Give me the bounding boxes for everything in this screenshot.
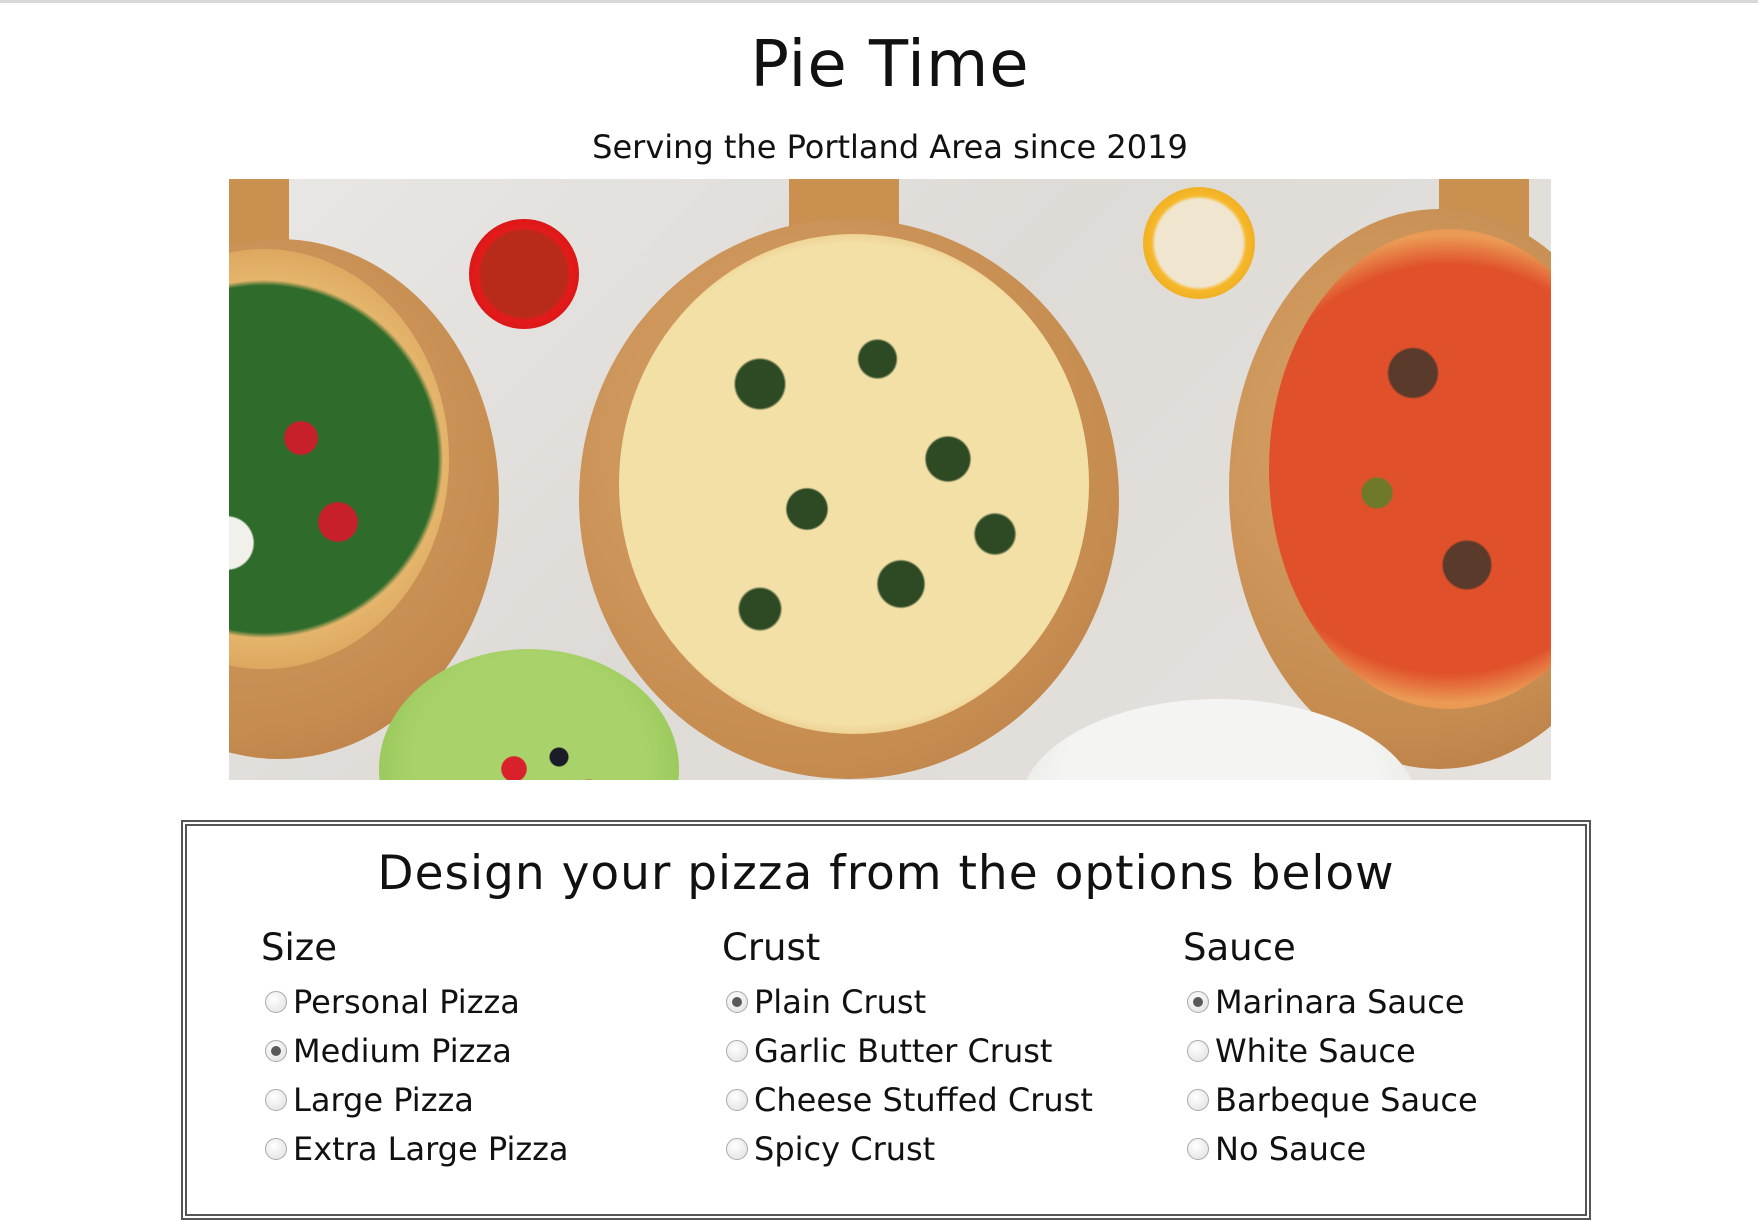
sauce-group: Sauce Marinara Sauce White Sauce Barbequ… (1183, 926, 1478, 1173)
size-option-label: Large Pizza (293, 1080, 474, 1119)
crust-option-label: Garlic Butter Crust (754, 1031, 1053, 1070)
top-border (0, 0, 1758, 3)
hero-pizza-image (229, 179, 1551, 780)
sauce-radio-barbeque[interactable] (1187, 1088, 1209, 1111)
size-option-label: Extra Large Pizza (293, 1129, 569, 1168)
size-option-label: Medium Pizza (293, 1031, 512, 1070)
crust-option-garlic-butter[interactable]: Garlic Butter Crust (722, 1026, 1093, 1075)
sauce-option-label: Marinara Sauce (1215, 982, 1465, 1021)
spinach-pizza (619, 234, 1089, 734)
size-option-large[interactable]: Large Pizza (261, 1075, 569, 1124)
pizza-design-form: Design your pizza from the options below… (181, 820, 1591, 1220)
crust-option-cheese-stuffed[interactable]: Cheese Stuffed Crust (722, 1075, 1093, 1124)
sauce-option-barbeque[interactable]: Barbeque Sauce (1183, 1075, 1478, 1124)
size-radio-extra-large[interactable] (265, 1137, 287, 1160)
crust-option-label: Spicy Crust (754, 1129, 936, 1168)
crust-radio-spicy[interactable] (726, 1137, 748, 1160)
crust-group: Crust Plain Crust Garlic Butter Crust Ch… (722, 926, 1093, 1173)
size-heading: Size (261, 926, 337, 969)
size-group: Size Personal Pizza Medium Pizza Large P… (261, 926, 569, 1173)
crust-option-spicy[interactable]: Spicy Crust (722, 1124, 1093, 1173)
site-tagline: Serving the Portland Area since 2019 (592, 128, 1188, 166)
site-title: Pie Time (750, 28, 1030, 102)
crust-heading: Crust (722, 926, 821, 969)
sauce-option-marinara[interactable]: Marinara Sauce (1183, 977, 1478, 1026)
crust-option-plain[interactable]: Plain Crust (722, 977, 1093, 1026)
crust-radio-plain[interactable] (726, 990, 748, 1013)
sauce-option-label: Barbeque Sauce (1215, 1080, 1478, 1119)
crust-option-label: Plain Crust (754, 982, 927, 1021)
sauce-option-label: No Sauce (1215, 1129, 1367, 1168)
chili-flakes-bowl (469, 219, 579, 329)
size-option-label: Personal Pizza (293, 982, 520, 1021)
crust-option-label: Cheese Stuffed Crust (754, 1080, 1093, 1119)
crust-radio-garlic-butter[interactable] (726, 1039, 748, 1062)
sauce-option-label: White Sauce (1215, 1031, 1416, 1070)
size-radio-personal[interactable] (265, 990, 287, 1013)
sauce-radio-marinara[interactable] (1187, 990, 1209, 1013)
sauce-heading: Sauce (1183, 926, 1296, 969)
size-option-personal[interactable]: Personal Pizza (261, 977, 569, 1026)
parmesan-bowl (1143, 187, 1255, 299)
sauce-option-none[interactable]: No Sauce (1183, 1124, 1478, 1173)
size-radio-large[interactable] (265, 1088, 287, 1111)
sauce-option-white[interactable]: White Sauce (1183, 1026, 1478, 1075)
size-option-medium[interactable]: Medium Pizza (261, 1026, 569, 1075)
sauce-radio-none[interactable] (1187, 1137, 1209, 1160)
form-heading: Design your pizza from the options below (377, 846, 1395, 901)
crust-radio-cheese-stuffed[interactable] (726, 1088, 748, 1111)
size-radio-medium[interactable] (265, 1039, 287, 1062)
size-option-extra-large[interactable]: Extra Large Pizza (261, 1124, 569, 1173)
sauce-radio-white[interactable] (1187, 1039, 1209, 1062)
